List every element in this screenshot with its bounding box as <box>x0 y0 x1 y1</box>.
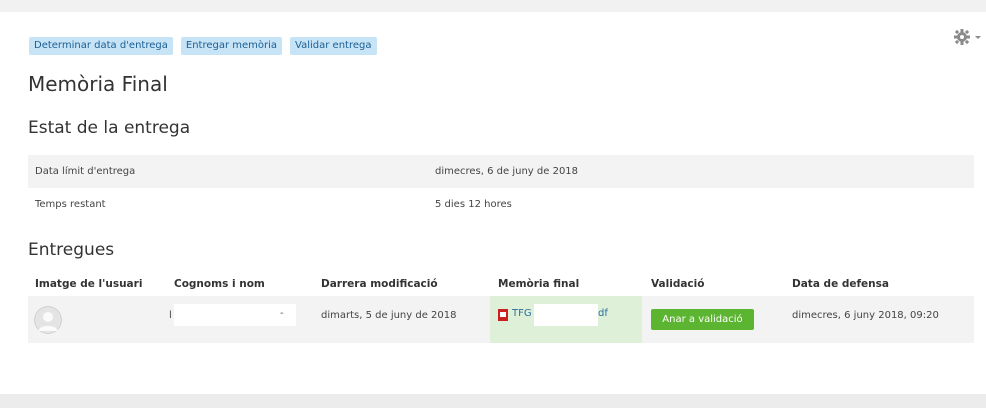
final-memoir-cell: TFG df <box>490 296 642 343</box>
column-defense-date[interactable]: Data de defensa <box>792 278 889 290</box>
column-last-modified[interactable]: Darrera modificació <box>321 278 438 290</box>
status-value: 5 dies 12 hores <box>435 199 512 210</box>
pdf-icon <box>498 309 508 321</box>
column-user-image[interactable]: Imatge de l'usuari <box>35 278 142 290</box>
user-avatar-icon[interactable] <box>34 306 62 334</box>
settings-menu[interactable] <box>952 28 982 46</box>
student-name-prefix[interactable]: l <box>169 310 172 321</box>
status-value: dimecres, 6 de juny de 2018 <box>435 166 579 177</box>
status-row-due-date: Data límit d'entrega dimecres, 6 de juny… <box>28 155 974 188</box>
gear-icon <box>954 29 981 45</box>
file-link[interactable]: TFG <box>512 308 532 319</box>
page-title: Memòria Final <box>28 72 168 96</box>
column-name[interactable]: Cognoms i nom <box>174 278 265 290</box>
table-row: l - dimarts, 5 de juny de 2018 TFG df An… <box>28 296 974 343</box>
status-label: Data límit d'entrega <box>35 166 136 177</box>
submissions-table-header: Imatge de l'usuari Cognoms i nom Darrera… <box>28 274 974 296</box>
last-modified-value: dimarts, 5 de juny de 2018 <box>321 310 457 321</box>
defense-date-value: dimecres, 6 juny 2018, 09:20 <box>792 310 939 321</box>
validate-submission-button[interactable]: Validar entrega <box>290 37 377 55</box>
set-due-date-button[interactable]: Determinar data d'entrega <box>29 37 173 55</box>
top-border <box>0 0 986 12</box>
file-link-suffix[interactable]: df <box>598 308 608 319</box>
action-bar: Determinar data d'entrega Entregar memòr… <box>29 37 377 55</box>
status-row-time-remaining: Temps restant 5 dies 12 hores <box>28 188 974 221</box>
chevron-down-icon <box>975 36 981 39</box>
student-name-suffix: - <box>280 308 284 319</box>
submit-memoir-button[interactable]: Entregar memòria <box>180 37 283 55</box>
status-table: Data límit d'entrega dimecres, 6 de juny… <box>28 155 974 221</box>
submissions-heading: Entregues <box>28 240 115 260</box>
status-heading: Estat de la entrega <box>28 118 191 138</box>
status-label: Temps restant <box>35 199 106 210</box>
redacted-filename <box>534 304 598 326</box>
bottom-border <box>0 394 986 408</box>
column-validation[interactable]: Validació <box>651 278 704 290</box>
redacted-name <box>174 304 296 326</box>
column-final-memoir[interactable]: Memòria final <box>498 278 579 290</box>
go-to-validation-button[interactable]: Anar a validació <box>651 309 754 330</box>
